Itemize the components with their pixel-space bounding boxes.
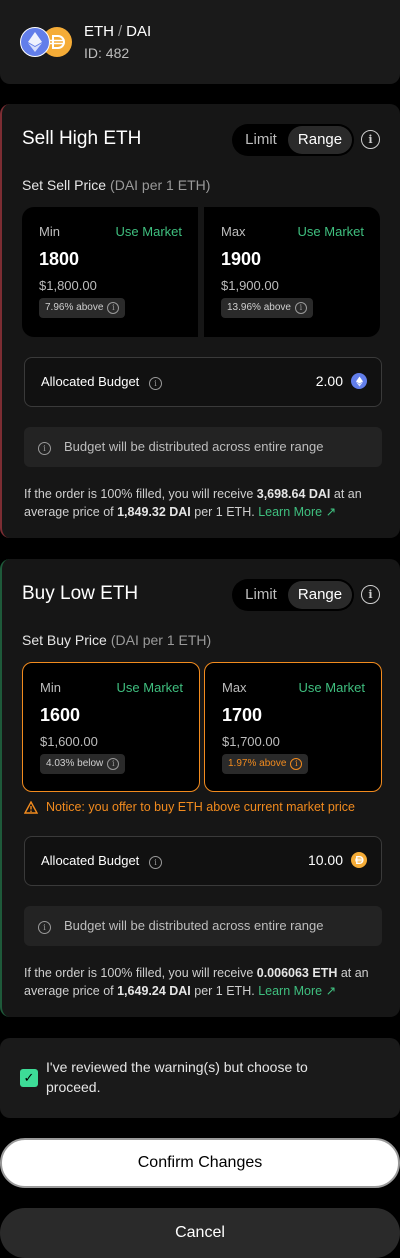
sell-title: Sell High ETH — [22, 128, 142, 149]
warning-acknowledgement: ✓ I've reviewed the warning(s) but choos… — [0, 1038, 400, 1118]
info-icon[interactable]: i — [294, 302, 307, 314]
buy-min-use-market-button[interactable]: Use Market — [117, 680, 183, 695]
pair-name: ETH / DAI — [84, 23, 151, 40]
buy-summary-p1: If the order is 100% filled, you will re… — [24, 966, 257, 980]
buy-min-label: Min — [40, 680, 61, 695]
buy-summary-p3: per 1 ETH. — [190, 984, 255, 998]
info-icon[interactable]: i — [107, 302, 120, 314]
buy-min-badge: 4.03% below i — [40, 754, 126, 774]
sell-order-type-toggle: Limit Range — [232, 124, 354, 156]
buy-limit-tab[interactable]: Limit — [232, 579, 290, 611]
buy-min-badge-text: 4.03% below — [46, 758, 104, 769]
buy-min-box: Min Use Market 1600 $1,600.00 4.03% belo… — [22, 662, 200, 792]
pair-header: ETH / DAI ID: 482 — [0, 0, 400, 84]
sell-section: Sell High ETH Limit Range i Set Sell Pri… — [0, 104, 400, 538]
info-icon: i — [38, 919, 51, 937]
sell-max-usd: $1,900.00 — [221, 278, 279, 293]
sell-max-box: Max Use Market 1900 $1,900.00 13.96% abo… — [204, 207, 380, 337]
buy-min-input[interactable]: 1600 — [40, 705, 80, 726]
buy-learn-more-link[interactable]: Learn More ↗ — [258, 984, 336, 998]
buy-max-badge: 1.97% above i — [222, 754, 309, 774]
buy-max-badge-text: 1.97% above — [228, 758, 287, 769]
confirm-changes-button[interactable]: Confirm Changes — [0, 1138, 400, 1188]
sell-price-label-text: Set Sell Price — [22, 177, 107, 193]
acknowledge-text: I've reviewed the warning(s) but choose … — [46, 1059, 308, 1095]
sell-min-box: Min Use Market 1800 $1,800.00 7.96% abov… — [22, 207, 198, 337]
sell-summary-p1: If the order is 100% filled, you will re… — [24, 487, 257, 501]
pair-separator: / — [118, 23, 123, 40]
buy-price-unit: (DAI per 1 ETH) — [110, 632, 212, 648]
sell-budget-field[interactable]: Allocated Budget i 2.00 — [24, 357, 382, 407]
buy-range-tab[interactable]: Range — [288, 581, 352, 609]
buy-title: Buy Low ETH — [22, 583, 139, 604]
sell-summary: If the order is 100% filled, you will re… — [24, 485, 384, 521]
buy-max-box: Max Use Market 1700 $1,700.00 1.97% abov… — [204, 662, 382, 792]
info-icon: i — [38, 440, 51, 458]
sell-min-label: Min — [39, 224, 60, 239]
dai-icon — [351, 852, 367, 868]
sell-learn-more-link[interactable]: Learn More ↗ — [258, 505, 336, 519]
sell-summary-amount: 3,698.64 DAI — [256, 487, 331, 501]
buy-price-label-text: Set Buy Price — [22, 632, 107, 648]
strategy-id: ID: 482 — [84, 45, 130, 61]
sell-min-badge: 7.96% above i — [39, 298, 126, 318]
cancel-button[interactable]: Cancel — [0, 1208, 400, 1258]
check-icon: ✓ — [23, 1070, 35, 1085]
sell-min-use-market-button[interactable]: Use Market — [116, 224, 182, 239]
buy-summary-amount: 0.006063 ETH — [256, 966, 338, 980]
sell-min-usd: $1,800.00 — [39, 278, 97, 293]
sell-max-badge: 13.96% above i — [221, 298, 313, 318]
sell-budget-info-icon[interactable]: i — [149, 375, 162, 393]
buy-max-label: Max — [222, 680, 247, 695]
buy-summary-price: 1,649.24 DAI — [117, 984, 191, 998]
sell-max-badge-text: 13.96% above — [227, 302, 291, 313]
sell-price-unit: (DAI per 1 ETH) — [110, 177, 211, 193]
buy-max-use-market-button[interactable]: Use Market — [299, 680, 365, 695]
sell-summary-p3: per 1 ETH. — [190, 505, 255, 519]
eth-icon — [351, 373, 367, 389]
sell-summary-price: 1,849.32 DAI — [117, 505, 191, 519]
buy-min-usd: $1,600.00 — [40, 734, 98, 749]
buy-budget-input[interactable]: 10.00 — [308, 852, 343, 868]
buy-price-label: Set Buy Price (DAI per 1 ETH) — [22, 632, 211, 648]
sell-learn-more-text: Learn More — [258, 505, 323, 519]
buy-notice-text: Notice: you offer to buy ETH above curre… — [46, 800, 355, 814]
buy-budget-field[interactable]: Allocated Budget i 10.00 — [24, 836, 382, 886]
buy-order-type-toggle: Limit Range — [232, 579, 354, 611]
sell-distribution-text: Budget will be distributed across entire… — [64, 439, 324, 454]
quote-token: DAI — [126, 23, 152, 40]
buy-notice: Notice: you offer to buy ETH above curre… — [24, 800, 355, 814]
buy-summary: If the order is 100% filled, you will re… — [24, 964, 384, 1000]
buy-info-icon[interactable]: i — [361, 585, 380, 604]
external-link-icon: ↗ — [325, 505, 337, 519]
warning-icon — [24, 800, 38, 814]
buy-section: Buy Low ETH Limit Range i Set Buy Price(… — [0, 559, 400, 1017]
eth-icon — [20, 27, 50, 57]
buy-learn-more-text: Learn More — [258, 984, 323, 998]
sell-max-use-market-button[interactable]: Use Market — [298, 224, 364, 239]
sell-limit-tab[interactable]: Limit — [232, 124, 290, 156]
sell-range-tab[interactable]: Range — [288, 126, 352, 154]
base-token: ETH — [84, 23, 114, 40]
sell-min-badge-text: 7.96% above — [45, 302, 104, 313]
sell-max-input[interactable]: 1900 — [221, 249, 261, 270]
external-link-icon: ↗ — [325, 984, 337, 998]
sell-budget-label: Allocated Budget — [41, 374, 140, 389]
buy-distribution-text: Budget will be distributed across entire… — [64, 918, 324, 933]
buy-max-input[interactable]: 1700 — [222, 705, 262, 726]
sell-max-label: Max — [221, 224, 246, 239]
sell-budget-input[interactable]: 2.00 — [316, 373, 343, 389]
buy-budget-info-icon[interactable]: i — [149, 854, 162, 872]
buy-max-usd: $1,700.00 — [222, 734, 280, 749]
sell-min-input[interactable]: 1800 — [39, 249, 79, 270]
info-icon[interactable]: i — [290, 758, 303, 770]
buy-budget-label: Allocated Budget — [41, 853, 140, 868]
sell-distribution-note: i Budget will be distributed across enti… — [24, 427, 382, 467]
token-pair-icons — [20, 27, 74, 57]
sell-price-label: Set Sell Price (DAI per 1 ETH) — [22, 177, 210, 193]
acknowledge-checkbox[interactable]: ✓ — [20, 1069, 38, 1087]
info-icon[interactable]: i — [107, 758, 120, 770]
buy-distribution-note: i Budget will be distributed across enti… — [24, 906, 382, 946]
sell-info-icon[interactable]: i — [361, 130, 380, 149]
